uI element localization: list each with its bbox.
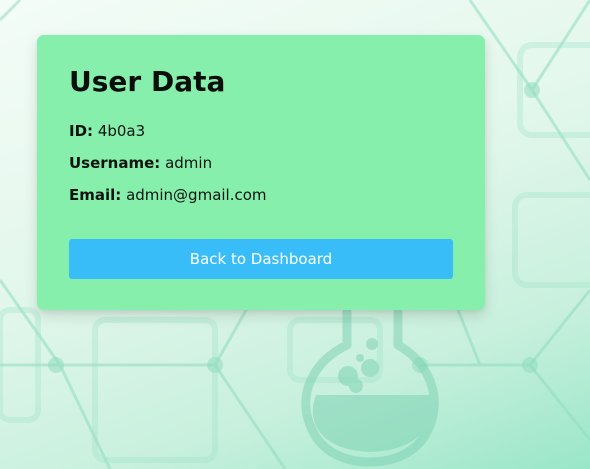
user-data-card: User Data ID: 4b0a3 Username: admin Emai… — [37, 35, 485, 310]
email-label: Email: — [69, 186, 122, 204]
page-title: User Data — [69, 65, 226, 98]
flask-icon — [301, 307, 439, 467]
user-id-label: ID: — [69, 122, 94, 140]
username-value: admin — [165, 154, 213, 172]
username-row: Username: admin — [69, 156, 212, 171]
email-row: Email: admin@gmail.com — [69, 188, 267, 203]
username-label: Username: — [69, 154, 161, 172]
email-value: admin@gmail.com — [126, 186, 267, 204]
user-id-row: ID: 4b0a3 — [69, 124, 145, 139]
back-to-dashboard-button[interactable]: Back to Dashboard — [69, 239, 453, 279]
user-id-value: 4b0a3 — [97, 122, 146, 140]
